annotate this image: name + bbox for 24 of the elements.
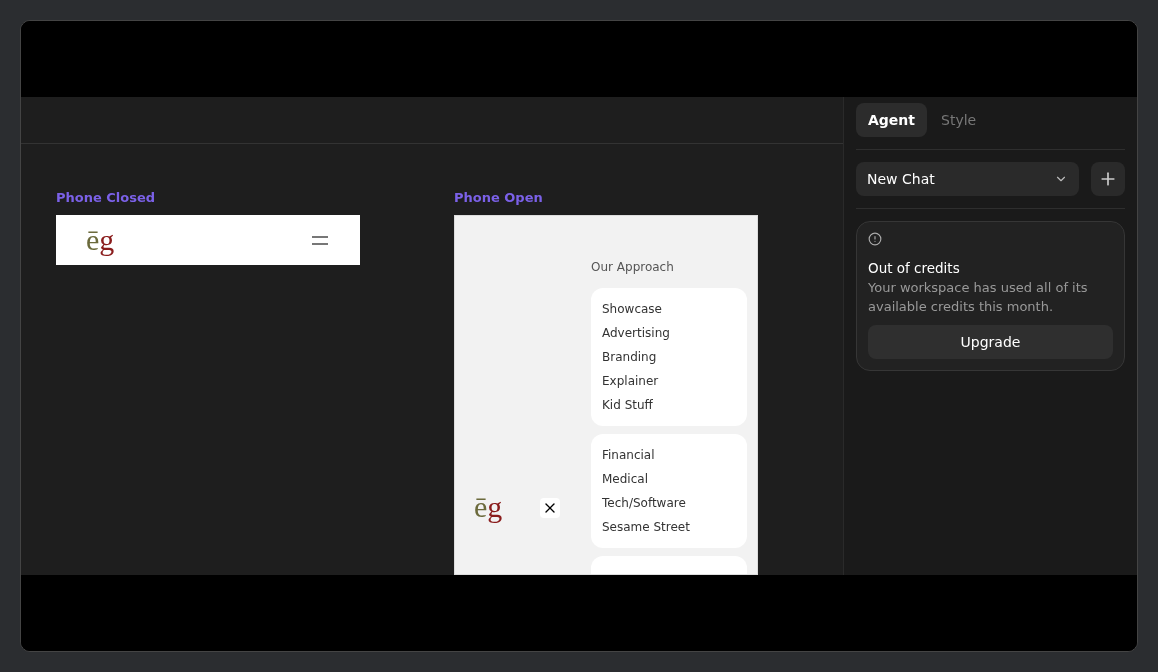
notice-title: Out of credits [868,259,961,278]
menu-item[interactable]: Advertising [602,324,736,342]
menu-heading: Our Approach [591,259,675,276]
menu-item[interactable]: Explainer [602,372,736,390]
menu-item[interactable]: Tech/Software [602,494,736,512]
tab[interactable]: Agent [856,103,927,137]
close-button[interactable] [540,498,561,518]
alert-icon [868,232,882,246]
logo: ēg [86,225,115,255]
menu-icon[interactable] [312,235,328,245]
notice-message: Your workspace has used all of its available credits this month. [868,279,1088,317]
menu-item[interactable]: Sesame Street [602,518,736,536]
menu-item[interactable]: Branding [602,348,736,366]
frame-label: Phone Closed [56,188,157,207]
upgrade-button[interactable]: Upgrade [868,325,1113,360]
menu-item[interactable]: Kid Stuff [602,396,736,414]
frame-label: Phone Open [454,188,544,207]
menu-item[interactable]: Financial [602,446,736,464]
chat-select[interactable]: New Chat [856,162,1079,196]
menu-item[interactable]: Showcase [602,300,736,318]
new-chat-button[interactable] [1091,162,1125,196]
tab[interactable]: Style [929,103,989,137]
logo: ēg [474,492,503,522]
menu-item[interactable]: Medical [602,470,736,488]
